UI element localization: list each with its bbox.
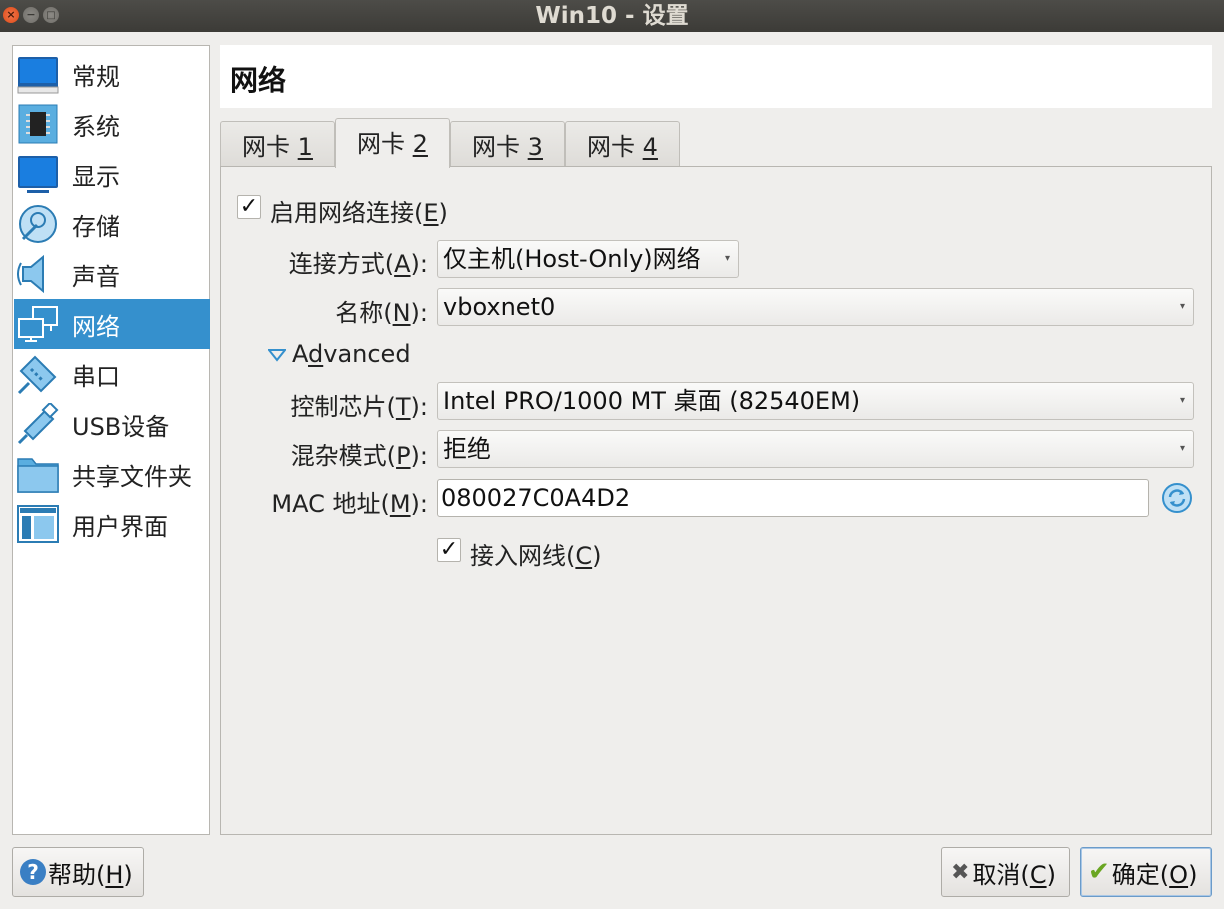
enable-adapter-label: 启用网络连接(E) [270,199,448,227]
cancel-button[interactable]: ✖ 取消(C) [941,847,1070,897]
cable-connected-label: 接入网线(C) [470,542,602,570]
expand-triangle-icon [266,349,288,362]
sidebar-item-display[interactable]: 显示 [14,149,210,199]
speaker-icon [16,252,60,296]
sidebar-item-system[interactable]: 系统 [14,99,210,149]
ui-icon [16,502,60,546]
chevron-down-icon: ▾ [1179,443,1185,454]
network-icon [16,302,60,346]
sidebar-item-network[interactable]: 网络 [14,299,210,349]
adapter-name-label: 名称(N): [335,299,428,327]
sidebar-item-label: 网络 [72,312,120,341]
general-icon [16,52,60,96]
advanced-expander[interactable]: Advanced [266,340,411,368]
chip-icon [16,102,60,146]
cable-connected-checkbox[interactable]: ✓ [437,538,461,562]
sidebar-item-label: 串口 [72,362,120,391]
help-button[interactable]: ? 帮助(H) [12,847,144,897]
chevron-down-icon: ▾ [724,253,730,264]
sidebar-item-user-interface[interactable]: 用户界面 [14,499,210,549]
refresh-icon [1162,483,1192,513]
disk-icon [16,202,60,246]
enable-adapter-checkbox[interactable]: ✓ [237,195,261,219]
tab-adapter-1[interactable]: 网卡 1 [220,121,335,167]
mac-address-label: MAC 地址(M): [271,490,428,518]
sidebar-item-usb[interactable]: USB设备 [14,399,210,449]
attach-mode-label: 连接方式(A): [288,250,428,278]
monitor-icon [16,152,60,196]
sidebar-item-serial[interactable]: 串口 [14,349,210,399]
page-header: 网络 [220,45,1212,108]
sidebar-item-label: USB设备 [72,412,170,441]
tab-adapter-4[interactable]: 网卡 4 [565,121,680,167]
sidebar-item-label: 系统 [72,112,120,141]
chevron-down-icon: ▾ [1179,395,1185,406]
tab-adapter-2[interactable]: 网卡 2 [335,118,450,168]
promiscuous-mode-label: 混杂模式(P): [290,442,428,470]
ok-button[interactable]: ✔ 确定(O) [1080,847,1212,897]
mac-address-input[interactable]: 080027C0A4D2 [437,479,1149,517]
usb-icon [16,402,60,446]
serial-icon [16,352,60,396]
window-title: Win10 - 设置 [535,3,689,29]
attach-mode-select[interactable]: 仅主机(Host-Only)网络 ▾ [437,240,739,278]
sidebar-item-label: 常规 [72,62,120,91]
sidebar-item-label: 声音 [72,262,120,291]
adapter-type-select[interactable]: Intel PRO/1000 MT 桌面 (82540EM) ▾ [437,382,1194,420]
cancel-icon: ✖ [951,859,970,885]
refresh-mac-button[interactable] [1161,482,1193,514]
help-icon: ? [20,859,46,885]
settings-sidebar: 常规 系统 显示 存储 声音 网络 串口 USB设备 共享文件夹 用户界面 [12,45,210,835]
adapter-type-label: 控制芯片(T): [290,393,429,421]
sidebar-item-audio[interactable]: 声音 [14,249,210,299]
sidebar-item-general[interactable]: 常规 [14,49,210,99]
promiscuous-mode-select[interactable]: 拒绝 ▾ [437,430,1194,468]
sidebar-item-label: 共享文件夹 [72,462,192,491]
sidebar-item-label: 存储 [72,212,120,241]
tab-adapter-3[interactable]: 网卡 3 [450,121,565,167]
chevron-down-icon: ▾ [1179,301,1185,312]
title-bar: × − □ Win10 - 设置 [0,0,1224,32]
adapter-name-select[interactable]: vboxnet0 ▾ [437,288,1194,326]
sidebar-item-label: 显示 [72,162,120,191]
page-title: 网络 [230,64,287,97]
sidebar-item-shared-folders[interactable]: 共享文件夹 [14,449,210,499]
checkmark-icon: ✔ [1088,857,1110,887]
folder-icon [16,452,60,496]
sidebar-item-storage[interactable]: 存储 [14,199,210,249]
sidebar-item-label: 用户界面 [72,512,168,541]
